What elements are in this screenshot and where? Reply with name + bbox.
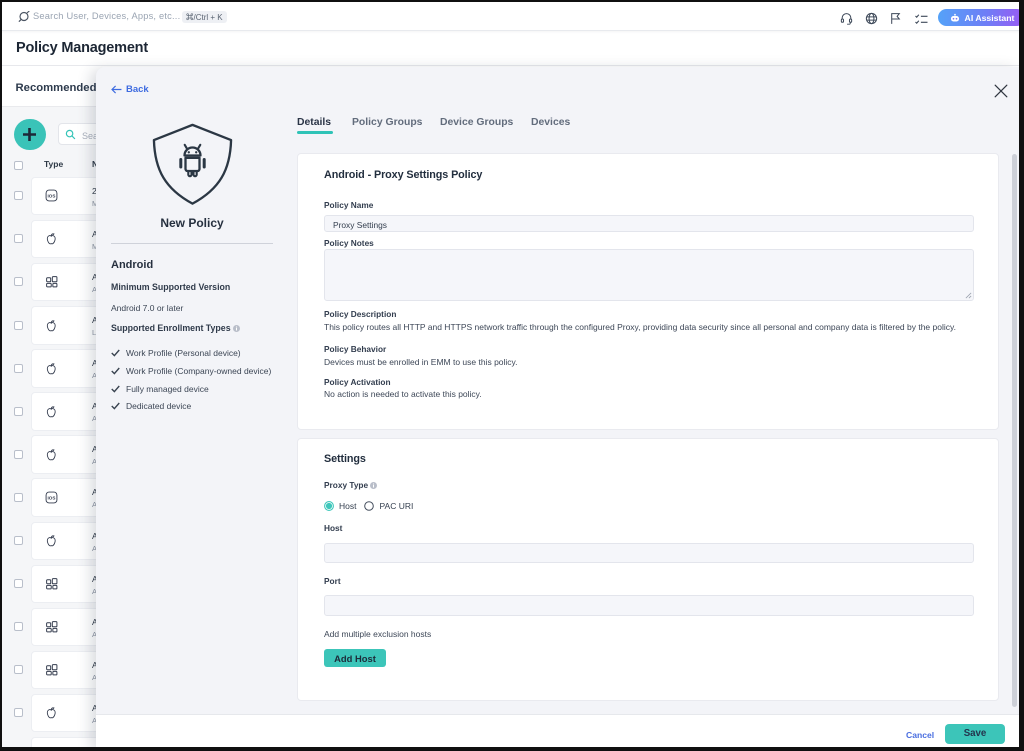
svg-text:iOS: iOS [48, 194, 56, 199]
svg-text:iOS: iOS [48, 495, 56, 500]
